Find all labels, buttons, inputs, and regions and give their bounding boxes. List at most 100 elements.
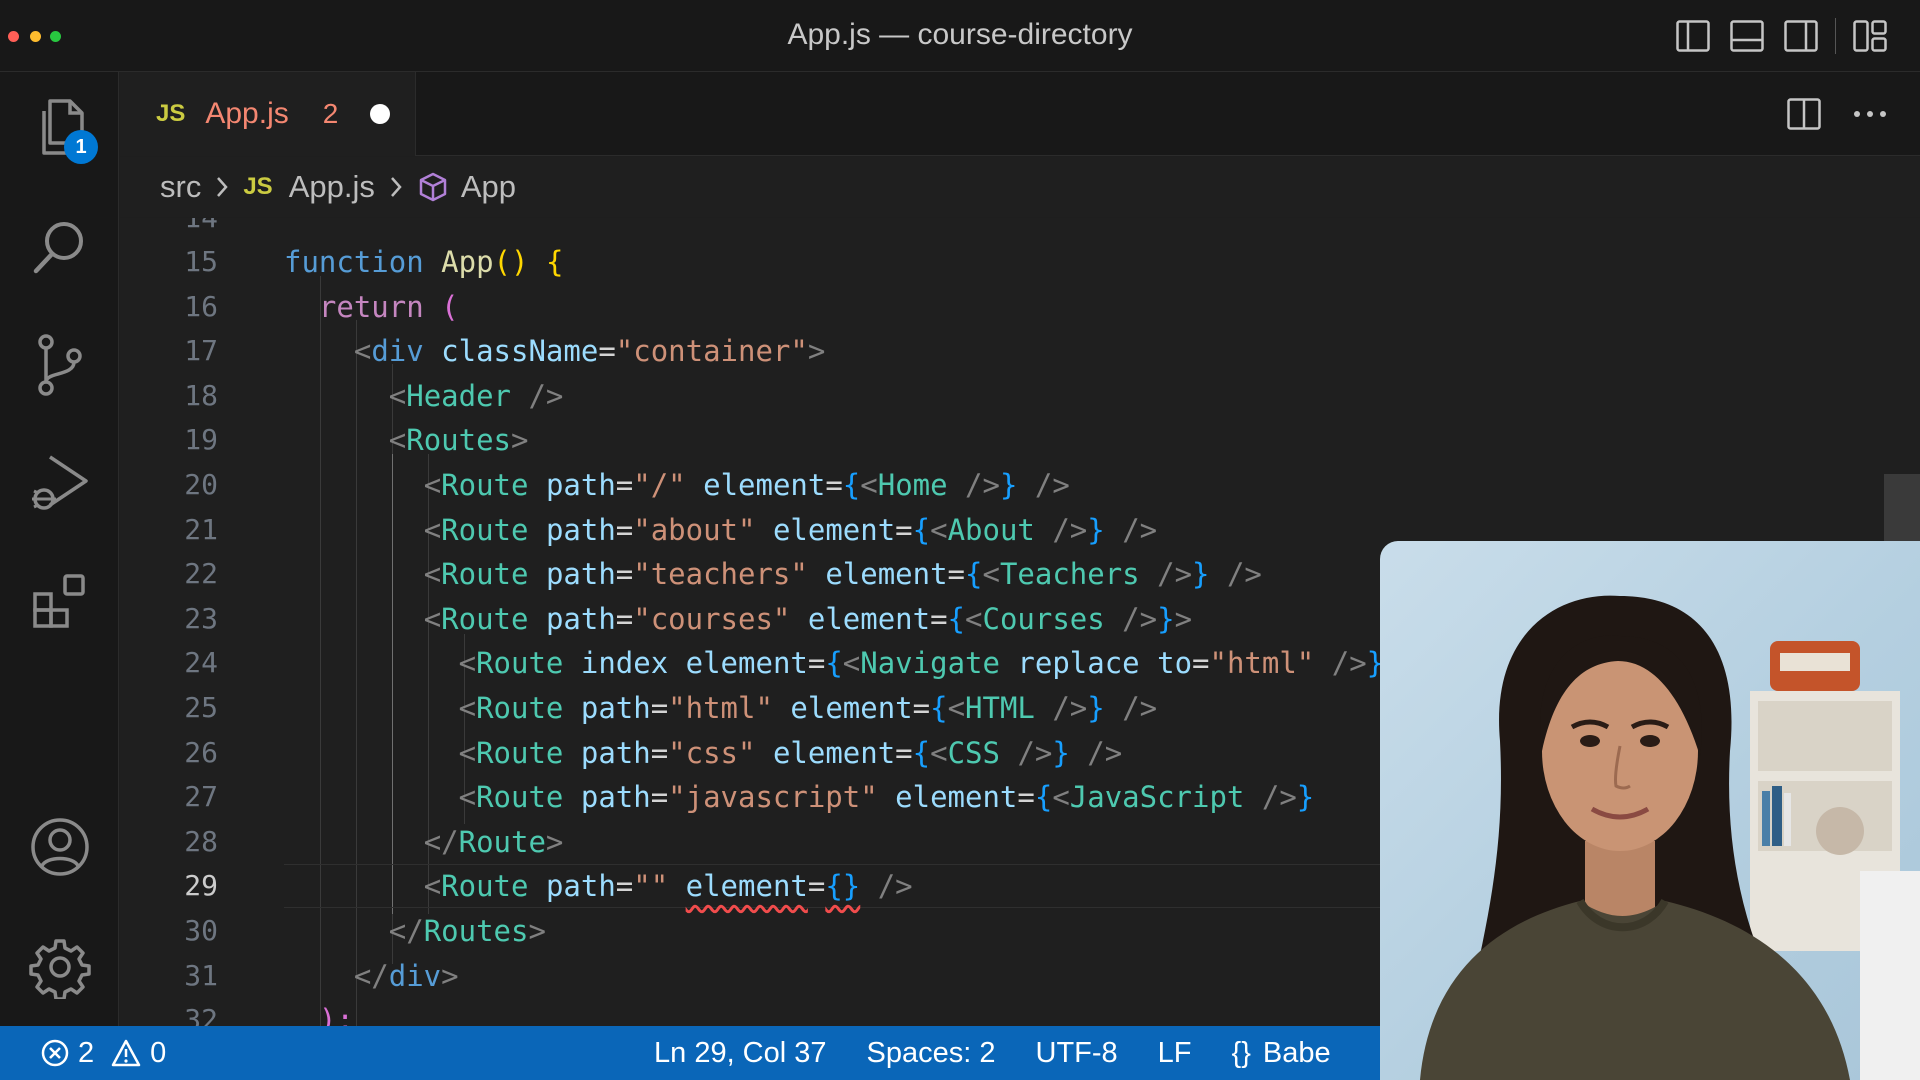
line-number: 19 (184, 423, 218, 457)
activity-bar: 1 (0, 72, 119, 1026)
code-text: <div className="container"> (353, 334, 826, 369)
explorer-button[interactable]: 1 (0, 72, 119, 182)
code-line: 17 <div className="container"> (120, 329, 1920, 374)
line-number: 25 (184, 691, 218, 724)
chevron-right-icon (389, 175, 403, 199)
line-number: 23 (184, 601, 218, 635)
code-text: <Route path="about" element={<About />} … (423, 512, 1158, 547)
webcam-overlay (1380, 541, 1920, 1080)
js-file-icon: JS (243, 173, 273, 200)
tab-app-js[interactable]: JS App.js 2 (120, 72, 416, 156)
encoding[interactable]: UTF-8 (1036, 1037, 1118, 1070)
code-text: <Route index element={<Navigate replace … (458, 646, 1385, 681)
line-number: 17 (184, 334, 218, 368)
cube-icon (417, 171, 449, 203)
problems-status[interactable]: 2 0 (40, 1026, 172, 1080)
account-icon (30, 818, 89, 876)
line-number: 15 (184, 245, 218, 278)
extensions-icon (32, 574, 85, 628)
line-number: 26 (184, 735, 218, 769)
error-icon (41, 1039, 69, 1067)
source-control-icon (37, 334, 82, 396)
gear-icon (28, 939, 91, 999)
code-line: 15 function App() { (120, 240, 1920, 285)
chevron-right-icon (215, 175, 229, 199)
language-mode[interactable]: Babe (1263, 1037, 1331, 1070)
code-text: <Route path="javascript" element={<JavaS… (458, 780, 1315, 815)
run-debug-icon (31, 455, 88, 510)
toggle-secondary-sidebar-icon[interactable] (1781, 16, 1821, 56)
code-text: return ( (318, 289, 459, 324)
line-number: 30 (184, 914, 218, 947)
code-text: </div> (353, 958, 459, 993)
line-number: 21 (184, 512, 218, 546)
line-number: 27 (184, 780, 218, 814)
layout-controls (1659, 16, 1890, 56)
editor-tabs-bar: JS App.js 2 (120, 72, 1920, 156)
line-number: 28 (184, 824, 218, 858)
search-button[interactable] (0, 192, 119, 302)
indentation[interactable]: Spaces: 2 (867, 1037, 996, 1070)
extensions-button[interactable] (0, 546, 119, 656)
cursor-position[interactable]: Ln 29, Col 37 (654, 1037, 827, 1070)
split-editor-button[interactable] (1784, 94, 1824, 134)
manage-button[interactable] (0, 912, 119, 1022)
tab-actions (1758, 94, 1890, 134)
code-text: <Route path="courses" element={<Courses … (423, 601, 1193, 636)
line-number: 16 (184, 289, 218, 323)
accounts-button[interactable] (0, 792, 119, 902)
breadcrumb-symbol[interactable]: App (461, 169, 516, 205)
more-actions-icon (1854, 111, 1886, 117)
split-editor-icon (1787, 98, 1821, 130)
code-text: function App() { (284, 245, 564, 279)
tab-problem-count: 2 (322, 98, 339, 129)
code-text: <Route path="" element={} /> (423, 869, 913, 904)
code-line: 18 <Header /> (120, 374, 1920, 419)
code-line: 20 <Route path="/" element={<Home />} /> (120, 463, 1920, 508)
explorer-badge: 1 (64, 130, 98, 164)
line-number: 31 (184, 958, 218, 992)
code-text: </Route> (423, 824, 564, 859)
js-file-icon: JS (156, 100, 186, 127)
code-text: <Route path="html" element={<HTML />} /> (458, 691, 1158, 725)
warning-count: 0 (150, 1036, 167, 1069)
code-text: <Routes> (388, 423, 529, 458)
source-control-button[interactable] (0, 310, 119, 420)
window-title: App.js — course-directory (787, 18, 1133, 51)
code-text: <Header /> (388, 378, 564, 413)
line-number: 20 (184, 468, 218, 501)
error-count: 2 (78, 1036, 95, 1069)
warning-icon (111, 1039, 141, 1067)
code-text: <Route path="teachers" element={<Teacher… (423, 557, 1262, 592)
title-bar: App.js — course-directory (0, 0, 1920, 72)
toggle-panel-icon[interactable] (1727, 16, 1767, 56)
presenter-video (1420, 595, 1920, 1080)
breadcrumb-folder[interactable]: src (160, 169, 201, 205)
line-number: 14 (120, 218, 218, 241)
unsaved-dot-icon[interactable] (370, 104, 391, 124)
line-number: 18 (184, 378, 218, 412)
code-text: ); (318, 1003, 354, 1026)
language-braces-icon: {} (1231, 1036, 1251, 1069)
customize-layout-icon[interactable] (1850, 16, 1890, 56)
code-text: <Route path="/" element={<Home />} /> (423, 468, 1070, 502)
line-number: 24 (184, 646, 218, 680)
status-bar-right: Ln 29, Col 37 Spaces: 2 UTF-8 LF {} Babe (654, 1026, 1371, 1080)
code-line: 14 (120, 218, 1920, 241)
line-number: 22 (184, 557, 218, 591)
line-number: 29 (184, 869, 218, 903)
breadcrumb-file[interactable]: App.js (289, 169, 375, 205)
search-icon (33, 222, 83, 274)
more-actions-button[interactable] (1850, 94, 1890, 134)
code-text: <Route path="css" element={<CSS />} /> (458, 735, 1123, 770)
tab-label: App.js (205, 97, 289, 130)
code-text: </Routes> (388, 914, 546, 948)
line-number: 32 (184, 1003, 218, 1026)
code-line: 16 return ( (120, 285, 1920, 330)
code-line: 19 <Routes> (120, 418, 1920, 463)
toggle-primary-sidebar-icon[interactable] (1673, 16, 1713, 56)
breadcrumb: src JS App.js App (120, 157, 1920, 217)
run-debug-button[interactable] (0, 428, 119, 538)
end-of-line[interactable]: LF (1158, 1037, 1192, 1070)
layout-separator (1835, 18, 1836, 54)
